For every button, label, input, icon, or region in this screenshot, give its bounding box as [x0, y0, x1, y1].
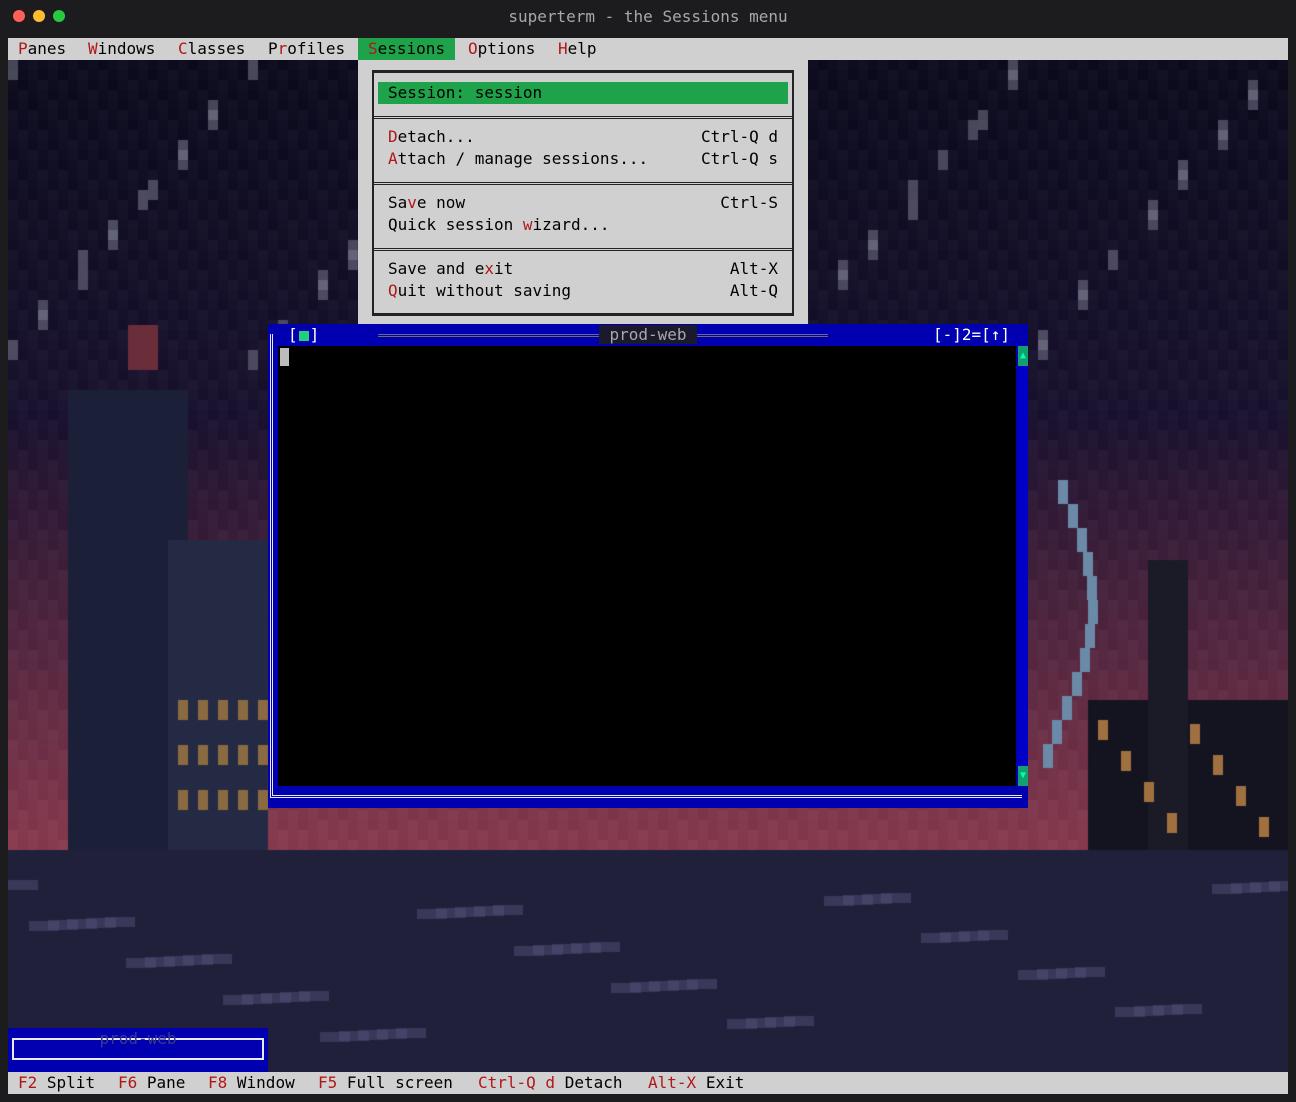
status-item-window[interactable]: F8 Window — [208, 1072, 295, 1094]
text-cursor — [280, 348, 289, 366]
menu-item-detach[interactable]: Detach... Ctrl-Q d — [388, 126, 778, 148]
menu-separator — [372, 116, 794, 119]
menu-sessions[interactable]: Sessions — [358, 38, 456, 60]
status-item-detach[interactable]: Ctrl-Q d Detach — [478, 1072, 623, 1094]
status-item-split[interactable]: F2 Split — [18, 1072, 95, 1094]
terminal-output-area[interactable] — [278, 346, 1016, 786]
menu-header-session-name: Session: session — [378, 82, 788, 104]
window-zoom-controls[interactable]: [-]2=[↑] — [933, 324, 1010, 346]
menu-windows[interactable]: Windows — [78, 38, 165, 60]
shortcut-label: Ctrl-Q d — [700, 127, 778, 146]
scroll-up-arrow-icon[interactable]: ▲ — [1018, 346, 1028, 366]
vertical-scrollbar[interactable]: ▲ ▼ — [1018, 346, 1028, 786]
window-title: superterm - the Sessions menu — [508, 7, 788, 26]
shortcut-label: Ctrl-S — [720, 193, 778, 212]
menu-separator — [372, 248, 794, 251]
menu-item-attach-manage-sessions[interactable]: Attach / manage sessions... Ctrl-Q s — [388, 148, 778, 170]
scroll-down-arrow-icon[interactable]: ▼ — [1018, 766, 1028, 786]
menu-options[interactable]: Options — [458, 38, 545, 60]
minimized-window-title: prod-web — [99, 1029, 177, 1048]
window-titlebar: superterm - the Sessions menu — [0, 0, 1296, 34]
shortcut-label: Alt-X — [729, 259, 778, 278]
menu-bar: Panes Windows Classes Profiles Sessions … — [8, 38, 1288, 60]
menu-profiles[interactable]: Profiles — [258, 38, 355, 60]
menu-item-save-and-exit[interactable]: Save and exit Alt-X — [388, 258, 778, 280]
status-item-exit[interactable]: Alt-X Exit — [648, 1072, 744, 1094]
menu-item-quit-without-saving[interactable]: Quit without saving Alt-Q — [388, 280, 778, 302]
terminal-surface: Panes Windows Classes Profiles Sessions … — [8, 38, 1288, 1094]
menu-separator — [372, 182, 794, 185]
status-item-full-screen[interactable]: F5 Full screen — [318, 1072, 453, 1094]
menu-item-save-now[interactable]: Save now Ctrl-S — [388, 192, 778, 214]
window-name: prod-web — [268, 324, 1028, 346]
menu-classes[interactable]: Classes — [168, 38, 255, 60]
menu-item-quick-session-wizard[interactable]: Quick session wizard... — [388, 214, 778, 236]
shortcut-label: Alt-Q — [729, 281, 778, 300]
sessions-dropdown-menu: Session: session Detach... Ctrl-Q d Attac… — [358, 60, 808, 324]
menu-panes[interactable]: Panes — [8, 38, 76, 60]
status-bar: F2 Split F6 Pane F8 Window F5 Full scree… — [8, 1072, 1288, 1094]
minimized-window-prod-web[interactable]: prod-web — [8, 1028, 268, 1072]
menu-help[interactable]: Help — [548, 38, 607, 60]
shortcut-label: Ctrl-Q s — [700, 149, 778, 168]
window-titlebar-row: [] prod-web [-]2=[↑] — [268, 324, 1028, 346]
pane-window-prod-web: [] prod-web [-]2=[↑] ▲ ▼ — [268, 324, 1028, 808]
status-item-pane[interactable]: F6 Pane — [118, 1072, 185, 1094]
